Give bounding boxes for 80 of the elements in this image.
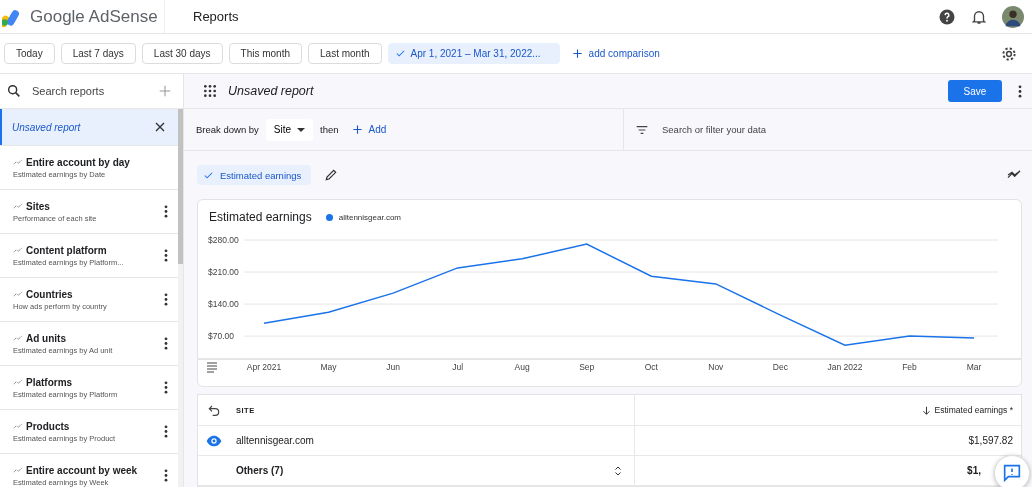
page-title: Reports — [193, 9, 239, 24]
report-title: Unsaved report — [12, 121, 81, 133]
check-icon — [203, 169, 214, 181]
trend-icon — [13, 466, 23, 474]
date-range-chip[interactable]: Last 7 days — [60, 43, 136, 64]
sidebar-item[interactable]: Unsaved report — [0, 109, 178, 146]
axis-label: May — [320, 362, 337, 372]
trend-icon — [13, 246, 23, 254]
report-title: Sites — [26, 200, 50, 212]
feedback-icon — [1001, 462, 1023, 484]
date-range-chip[interactable]: Apr 1, 2021 – Mar 31, 2022... — [387, 43, 560, 64]
filter-field[interactable]: Search or filter your data — [660, 123, 1032, 136]
add-icon — [351, 124, 363, 135]
axis-label: Oct — [644, 362, 658, 372]
date-range-chip[interactable]: Last 30 days — [141, 43, 223, 64]
add-icon — [571, 48, 583, 59]
feedback-button[interactable] — [994, 455, 1030, 487]
trend-icon — [13, 378, 23, 386]
scrollbar[interactable] — [178, 109, 183, 487]
sort-arrow-icon — [921, 406, 931, 415]
trend-icon — [13, 422, 23, 430]
more-icon[interactable] — [1018, 84, 1022, 98]
column-header[interactable]: Estimated earnings * — [921, 405, 1013, 415]
report-title: Content platform — [26, 244, 107, 256]
table-cell: $1, — [967, 465, 981, 476]
axis-label: $280.00 — [208, 235, 239, 245]
report-title: Platforms — [26, 376, 73, 388]
trend-icon — [13, 334, 23, 342]
trend-icon — [13, 158, 23, 166]
axis-label: Jul — [452, 362, 464, 372]
report-title: Ad units — [26, 332, 66, 344]
axis-label: Nov — [708, 362, 724, 372]
table-cell: alltennisgear.com — [236, 435, 314, 446]
axis-label: $210.00 — [208, 267, 239, 278]
axis-label: $140.00 — [208, 299, 239, 310]
date-range-chip[interactable]: Today — [4, 43, 55, 64]
axis-label: Dec — [772, 362, 788, 372]
help-icon[interactable] — [938, 7, 956, 26]
axis-label: $70.00 — [208, 331, 234, 342]
date-range-chip[interactable]: This month — [228, 43, 303, 64]
breakdown-dropdown[interactable]: Site — [265, 118, 314, 141]
legend-label: alltennisgear.com — [338, 212, 401, 222]
report-title: Entire account by week — [26, 464, 138, 476]
metric-chip[interactable]: Estimated earnings — [197, 165, 312, 185]
report-title: Entire account by day — [26, 156, 130, 168]
trend-icon — [13, 202, 23, 210]
report-title: Unsaved report — [228, 84, 314, 98]
add-breakdown-button[interactable]: Add — [345, 123, 393, 136]
table-cell: Others (7) — [236, 465, 284, 476]
legend-table-icon[interactable] — [206, 362, 218, 373]
more-icon[interactable] — [164, 337, 168, 350]
axis-label: Jun — [386, 362, 400, 372]
save-button[interactable]: Save — [948, 80, 1002, 102]
apps-icon[interactable] — [202, 83, 218, 99]
table-cell: $1,597.82 — [968, 435, 1013, 446]
report-title: Countries — [26, 288, 73, 300]
report-title: Products — [26, 420, 70, 432]
more-icon[interactable] — [164, 293, 168, 306]
search-icon — [6, 83, 22, 99]
avatar-icon[interactable] — [1002, 5, 1024, 28]
expand-icon[interactable] — [612, 464, 624, 477]
more-icon[interactable] — [164, 205, 168, 218]
more-icon[interactable] — [164, 425, 168, 438]
axis-label: Mar — [966, 362, 982, 372]
axis-label: Aug — [514, 362, 530, 372]
then-label: then — [320, 124, 339, 135]
more-icon[interactable] — [164, 469, 168, 482]
axis-label: Jan 2022 — [827, 362, 863, 372]
chart-title: Estimated earnings — [209, 210, 312, 224]
date-range-chip[interactable]: Last month — [308, 43, 382, 64]
trend-icon — [13, 290, 23, 298]
axis-label: Feb — [902, 362, 917, 372]
more-icon[interactable] — [164, 249, 168, 262]
more-icon[interactable] — [164, 381, 168, 394]
breakdown-label: Break down by — [196, 124, 259, 135]
axis-label: Apr 2021 — [246, 362, 282, 372]
axis-label: Sep — [579, 362, 595, 372]
add-comparison-button[interactable]: add comparison — [565, 47, 666, 60]
check-icon — [394, 48, 406, 59]
product-name: Google AdSense — [30, 6, 158, 27]
